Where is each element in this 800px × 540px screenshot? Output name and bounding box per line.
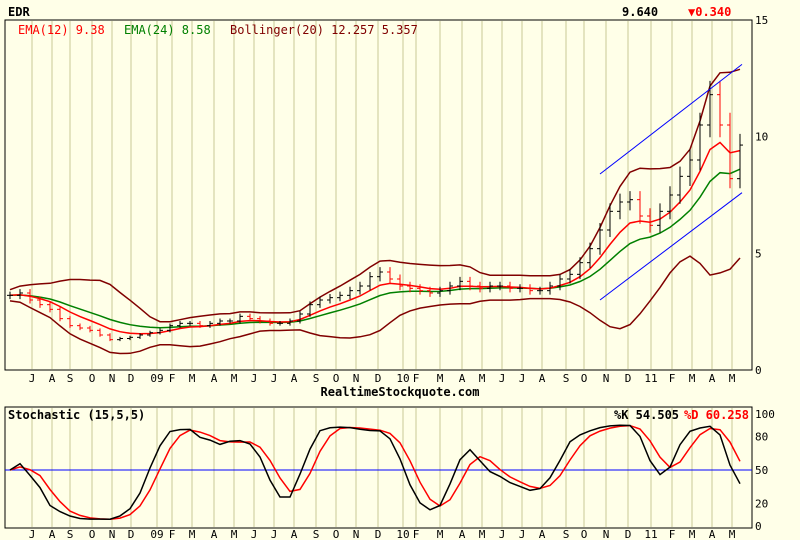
x-tick-label: S: [563, 372, 570, 385]
stoch-y-tick-label: 100: [755, 408, 775, 421]
stoch-x-tick-label: M: [479, 528, 486, 540]
source-label: RealtimeStockquote.com: [321, 385, 480, 399]
x-tick-label: M: [729, 372, 736, 385]
stoch-x-tick-label: M: [189, 528, 196, 540]
last-price: 9.640: [622, 5, 658, 19]
stoch-x-tick-label: A: [709, 528, 716, 540]
stoch-x-tick-label: 11: [644, 528, 657, 540]
x-tick-label: A: [49, 372, 56, 385]
y-tick-label: 0: [755, 364, 762, 377]
stoch-x-tick-label: A: [459, 528, 466, 540]
stoch-k-label: %K 54.505: [614, 408, 679, 422]
channel-lower-line: [599, 192, 743, 301]
symbol-label: EDR: [8, 5, 30, 19]
stoch-x-tick-label: D: [625, 528, 632, 540]
x-tick-label: J: [499, 372, 506, 385]
y-tick-label: 10: [755, 131, 768, 144]
x-tick-label: O: [89, 372, 96, 385]
x-tick-label: M: [479, 372, 486, 385]
x-tick-label: 10: [396, 372, 409, 385]
stoch-x-tick-label: J: [29, 528, 36, 540]
x-tick-label: A: [211, 372, 218, 385]
stoch-x-tick-label: F: [669, 528, 676, 540]
stoch-x-tick-label: S: [313, 528, 320, 540]
stoch-x-tick-label: N: [353, 528, 360, 540]
stoch-k-line: [9, 424, 741, 520]
bollinger-legend: Bollinger(20) 12.257 5.357: [230, 23, 418, 37]
stoch-x-tick-label: S: [563, 528, 570, 540]
stoch-x-tick-label: O: [581, 528, 588, 540]
x-tick-label: J: [251, 372, 258, 385]
x-tick-label: 11: [644, 372, 657, 385]
price-change: ▼0.340: [688, 5, 731, 19]
stoch-x-tick-label: A: [291, 528, 298, 540]
stoch-y-tick-label: 80: [755, 430, 768, 443]
stoch-title: Stochastic (15,5,5): [8, 408, 145, 422]
x-tick-label: D: [375, 372, 382, 385]
stoch-x-tick-label: N: [603, 528, 610, 540]
x-tick-label: D: [128, 372, 135, 385]
x-tick-label: M: [231, 372, 238, 385]
stoch-x-tick-label: J: [271, 528, 278, 540]
stoch-x-tick-label: O: [89, 528, 96, 540]
stoch-y-tick-label: 50: [755, 464, 768, 477]
stoch-d-label: %D 60.258: [684, 408, 749, 422]
stoch-d-line: [9, 424, 741, 520]
stoch-y-tick-label: 0: [755, 520, 762, 533]
ema24-legend: EMA(24) 8.58: [124, 23, 211, 37]
stoch-x-tick-label: M: [437, 528, 444, 540]
stoch-x-tick-label: O: [333, 528, 340, 540]
stoch-x-tick-label: J: [519, 528, 526, 540]
stoch-x-tick-label: J: [251, 528, 258, 540]
chart-svg: EDR 9.640 ▼0.340 EMA(12) 9.38 EMA(24) 8.…: [4, 5, 775, 540]
stoch-x-tick-label: S: [67, 528, 74, 540]
x-tick-label: D: [625, 372, 632, 385]
stoch-x-tick-label: J: [499, 528, 506, 540]
x-tick-label: F: [413, 372, 420, 385]
x-tick-label: N: [603, 372, 610, 385]
x-tick-label: 09: [150, 372, 163, 385]
stoch-x-tick-label: 09: [150, 528, 163, 540]
x-tick-label: S: [313, 372, 320, 385]
x-tick-label: A: [709, 372, 716, 385]
channel-upper-line: [599, 63, 743, 175]
stock-chart: EDR 9.640 ▼0.340 EMA(12) 9.38 EMA(24) 8.…: [0, 0, 800, 540]
x-tick-label: F: [169, 372, 176, 385]
stoch-x-tick-label: F: [413, 528, 420, 540]
stoch-x-tick-label: A: [539, 528, 546, 540]
x-tick-label: M: [689, 372, 696, 385]
x-tick-label: A: [291, 372, 298, 385]
stoch-x-tick-label: A: [211, 528, 218, 540]
y-tick-label: 5: [755, 247, 762, 260]
y-tick-label: 15: [755, 14, 768, 27]
stoch-x-tick-label: N: [109, 528, 116, 540]
x-tick-label: J: [271, 372, 278, 385]
x-tick-label: N: [353, 372, 360, 385]
x-tick-label: M: [189, 372, 196, 385]
x-tick-label: O: [333, 372, 340, 385]
stoch-x-tick-label: D: [375, 528, 382, 540]
stoch-x-tick-label: M: [729, 528, 736, 540]
stoch-x-tick-label: 10: [396, 528, 409, 540]
x-tick-label: J: [519, 372, 526, 385]
stoch-y-tick-label: 20: [755, 498, 768, 511]
x-tick-label: O: [581, 372, 588, 385]
x-tick-label: A: [459, 372, 466, 385]
stoch-x-tick-label: D: [128, 528, 135, 540]
x-tick-label: A: [539, 372, 546, 385]
stoch-x-tick-label: M: [231, 528, 238, 540]
x-tick-label: N: [109, 372, 116, 385]
ema12-legend: EMA(12) 9.38: [18, 23, 105, 37]
stoch-x-tick-label: A: [49, 528, 56, 540]
x-tick-label: S: [67, 372, 74, 385]
x-tick-label: F: [669, 372, 676, 385]
stoch-x-tick-label: F: [169, 528, 176, 540]
stoch-x-tick-label: M: [689, 528, 696, 540]
x-tick-label: J: [29, 372, 36, 385]
x-tick-label: M: [437, 372, 444, 385]
